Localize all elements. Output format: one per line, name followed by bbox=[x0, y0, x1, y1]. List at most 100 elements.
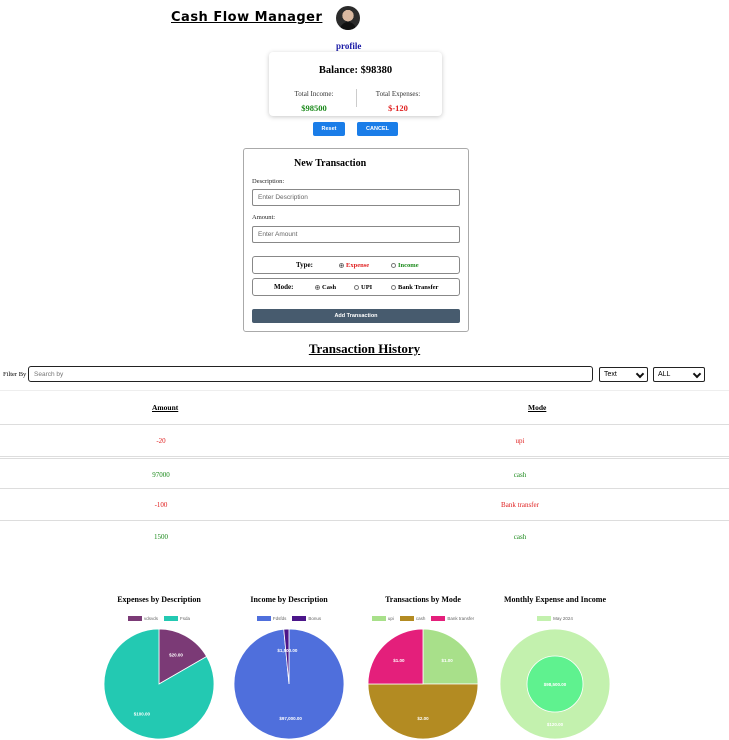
chart-title: Expenses by Description bbox=[117, 595, 201, 604]
chevron-down-icon bbox=[692, 369, 702, 379]
column-header-mode[interactable]: Mode bbox=[528, 403, 546, 412]
slice-label: $1.00 bbox=[441, 658, 453, 663]
table-row: -20 upi bbox=[0, 424, 729, 456]
filter-mode-select[interactable]: ALL bbox=[653, 367, 705, 382]
slice-label: $100.00 bbox=[134, 712, 151, 717]
radio-dot-income[interactable] bbox=[391, 263, 396, 268]
column-header-amount[interactable]: Amount bbox=[152, 403, 178, 412]
filter-mode-value: ALL bbox=[658, 371, 671, 378]
pie-slice[interactable] bbox=[422, 628, 479, 685]
mode-radio-cash[interactable]: Cash bbox=[315, 284, 336, 291]
legend-label: Bonus bbox=[308, 616, 322, 621]
table-row: 1500 cash bbox=[0, 520, 729, 552]
chart-title: Monthly Expense and Income bbox=[503, 595, 606, 604]
chevron-down-icon bbox=[635, 369, 645, 379]
total-income-value: $98500 bbox=[301, 103, 327, 113]
mode-label: Mode: bbox=[274, 283, 294, 291]
row-mode: upi bbox=[515, 437, 525, 445]
pie-slice[interactable] bbox=[367, 628, 424, 685]
amount-input[interactable] bbox=[252, 226, 460, 243]
cancel-button[interactable]: CANCEL bbox=[357, 122, 398, 136]
mode-option-upi: UPI bbox=[361, 284, 373, 291]
legend-item[interactable]: upi bbox=[371, 616, 394, 621]
filter-type-value: Text bbox=[604, 371, 617, 378]
slice-label: $120.00 bbox=[547, 722, 564, 727]
slice-label: $1,500.00 bbox=[277, 648, 298, 653]
total-expenses-value: $-120 bbox=[388, 103, 408, 113]
legend-swatch bbox=[127, 616, 142, 621]
legend-swatch bbox=[164, 616, 178, 621]
radio-dot-cash[interactable] bbox=[315, 285, 320, 290]
legend-item[interactable]: Bonus bbox=[292, 616, 321, 621]
row-mode: Bank transfer bbox=[501, 501, 539, 509]
table-header: Amount Mode bbox=[0, 390, 729, 424]
legend-item[interactable]: Fdsfds bbox=[256, 616, 286, 621]
profile-link[interactable]: profile bbox=[336, 41, 361, 51]
radio-dot-bank-transfer[interactable] bbox=[391, 285, 396, 290]
legend-label: Fsda bbox=[180, 616, 191, 621]
legend-swatch bbox=[256, 616, 271, 621]
type-label: Type: bbox=[296, 261, 313, 269]
legend-item[interactable]: Fsda bbox=[164, 616, 190, 621]
mode-radio-upi[interactable]: UPI bbox=[354, 284, 372, 291]
description-input[interactable] bbox=[252, 189, 460, 206]
chart-plot: $97,000.00 $1,500.00 bbox=[233, 628, 345, 740]
row-mode: cash bbox=[513, 471, 527, 479]
total-expenses-label: Total Expenses: bbox=[375, 90, 421, 98]
reset-button[interactable]: Reset bbox=[313, 122, 345, 136]
slice-label: $2.00 bbox=[417, 716, 429, 721]
mode-selector: Mode: Cash UPI Bank Transfer bbox=[252, 278, 460, 296]
description-label: Description: bbox=[252, 178, 285, 185]
chart-legend: May 2024 bbox=[490, 616, 620, 621]
mode-radio-bank-transfer[interactable]: Bank Transfer bbox=[391, 284, 438, 291]
legend-swatch bbox=[537, 616, 552, 621]
total-income: Total Income: $98500 bbox=[279, 90, 349, 113]
row-amount: 97000 bbox=[152, 471, 170, 479]
legend-item[interactable]: Bank transfer bbox=[431, 616, 474, 621]
form-title: New Transaction bbox=[294, 158, 367, 169]
legend-label: May 2024 bbox=[553, 616, 573, 621]
chart-1: Expenses by Description vdsvds Fsda $20.00 $… bbox=[94, 595, 224, 740]
type-radio-expense[interactable]: Expense bbox=[339, 262, 369, 269]
type-option-income: Income bbox=[398, 262, 419, 269]
transaction-table: Amount Mode -20 upi 97000 cash -100 Bank tran… bbox=[0, 390, 729, 552]
filter-label: Filter By bbox=[3, 371, 27, 378]
app-title: Cash Flow Manager bbox=[171, 10, 323, 25]
balance-card: Balance: $98380 Total Income: $98500 Tot… bbox=[269, 52, 442, 116]
mode-option-bank-transfer: Bank Transfer bbox=[398, 284, 439, 291]
type-option-expense: Expense bbox=[346, 262, 370, 269]
chart-legend: upi cash Bank transfer bbox=[358, 616, 488, 621]
radio-dot-expense[interactable] bbox=[339, 263, 344, 268]
chart-legend: Fdsfds Bonus bbox=[224, 616, 354, 621]
radio-dot-upi[interactable] bbox=[354, 285, 359, 290]
legend-item[interactable]: May 2024 bbox=[537, 616, 573, 621]
legend-swatch bbox=[399, 616, 414, 621]
legend-item[interactable]: vdsvds bbox=[127, 616, 158, 621]
filter-type-select[interactable]: Text bbox=[599, 367, 648, 382]
row-amount: -20 bbox=[156, 437, 166, 445]
avatar[interactable] bbox=[336, 6, 360, 30]
type-radio-income[interactable]: Income bbox=[391, 262, 419, 269]
row-mode: cash bbox=[513, 533, 527, 541]
chart-plot: $1.00 $2.00 $1.00 bbox=[367, 628, 479, 740]
slice-label: $20.00 bbox=[169, 652, 183, 657]
history-title: Transaction History bbox=[308, 341, 421, 356]
chart-plot: $98,500.00 $120.00 bbox=[499, 628, 611, 740]
row-amount: -100 bbox=[154, 501, 168, 509]
chart-3: Transactions by Mode upi cash Bank transfer… bbox=[358, 595, 488, 740]
legend-swatch bbox=[431, 616, 446, 621]
balance-total: Balance: $98380 bbox=[318, 65, 393, 76]
balance-divider bbox=[356, 89, 357, 107]
legend-swatch bbox=[292, 616, 307, 621]
amount-label: Amount: bbox=[252, 214, 276, 221]
add-transaction-button[interactable]: Add Transaction bbox=[252, 309, 460, 323]
mode-option-cash: Cash bbox=[322, 284, 337, 291]
table-row: 97000 cash bbox=[0, 456, 729, 488]
search-input[interactable] bbox=[28, 366, 593, 382]
table-row: -100 Bank transfer bbox=[0, 488, 729, 520]
legend-label: cash bbox=[415, 616, 426, 621]
avatar-shirt bbox=[340, 22, 356, 30]
legend-item[interactable]: cash bbox=[399, 616, 426, 621]
pie-slice[interactable] bbox=[367, 683, 479, 740]
slice-label: $1.00 bbox=[393, 658, 405, 663]
